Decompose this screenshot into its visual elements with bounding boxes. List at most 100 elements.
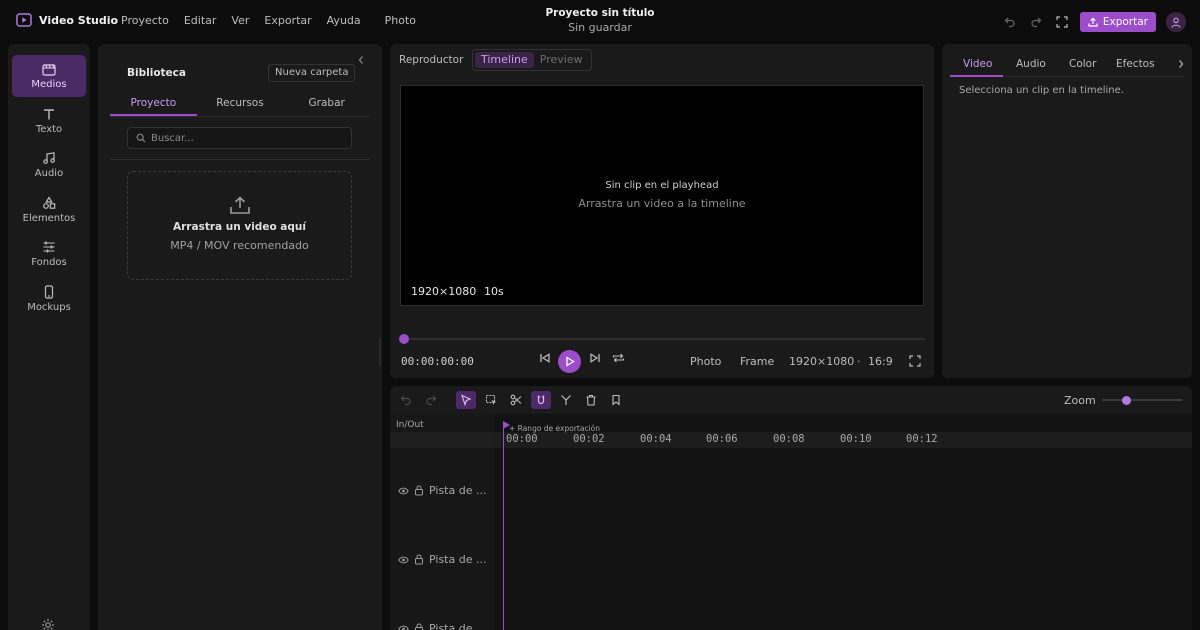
- skip-back-icon[interactable]: [539, 351, 551, 365]
- lock-icon[interactable]: [414, 485, 424, 496]
- frame-button[interactable]: Frame: [740, 355, 774, 368]
- play-button[interactable]: [558, 350, 581, 373]
- lock-icon[interactable]: [414, 554, 424, 565]
- menu-proyecto[interactable]: Proyecto: [121, 14, 169, 27]
- library-title: Biblioteca: [127, 67, 186, 79]
- track-name: Pista de ...: [429, 553, 487, 566]
- avatar[interactable]: [1166, 12, 1186, 32]
- skip-forward-icon[interactable]: [589, 351, 601, 365]
- rail-label: Elementos: [22, 213, 76, 224]
- eye-icon[interactable]: [398, 624, 409, 630]
- menu-ver[interactable]: Ver: [231, 14, 249, 27]
- rail-label: Fondos: [31, 257, 67, 268]
- zoom-slider[interactable]: [1102, 399, 1182, 401]
- track-name: Pista de ...: [429, 484, 487, 497]
- rail-label: Medios: [31, 79, 67, 90]
- canvas-resolution: 1920×1080: [411, 285, 477, 298]
- redo-icon[interactable]: [421, 391, 441, 409]
- project-title: Proyecto sin título: [545, 7, 655, 19]
- ruler-tick: 00:12: [906, 433, 938, 445]
- menu-photo[interactable]: Photo: [385, 14, 416, 27]
- eye-icon[interactable]: [398, 486, 409, 496]
- dropzone-title: Arrastra un video aquí: [173, 221, 306, 233]
- tool-rail: Medios Texto Audio Elementos Fondos Mock…: [8, 44, 90, 630]
- tab-efectos[interactable]: Efectos: [1116, 58, 1155, 70]
- eye-icon[interactable]: [398, 555, 409, 565]
- video-dropzone[interactable]: Arrastra un video aquí MP4 / MOV recomen…: [127, 171, 352, 280]
- time-ruler[interactable]: 00:00 00:02 00:04 00:06 00:08 00:10 00:1…: [494, 432, 1192, 448]
- split-icon[interactable]: [556, 391, 576, 409]
- tab-video[interactable]: Video: [963, 58, 992, 70]
- timeline-toolbar: Zoom: [390, 386, 1192, 414]
- upload-icon: [229, 195, 251, 215]
- scissors-icon[interactable]: [506, 391, 526, 409]
- tab-color[interactable]: Color: [1069, 58, 1096, 70]
- panel-resizer[interactable]: [379, 338, 381, 366]
- photo-button[interactable]: Photo: [690, 355, 721, 368]
- redo-icon[interactable]: [1028, 14, 1044, 30]
- brand[interactable]: Video Studio: [16, 13, 118, 27]
- menu-ayuda[interactable]: Ayuda: [327, 14, 361, 27]
- dropzone-hint: MP4 / MOV recomendado: [170, 239, 309, 252]
- fullscreen-icon[interactable]: [909, 355, 921, 367]
- export-range-label[interactable]: + Rango de exportación: [509, 424, 600, 433]
- trash-icon[interactable]: [581, 391, 601, 409]
- marquee-select-icon[interactable]: [481, 391, 501, 409]
- menu-exportar[interactable]: Exportar: [264, 14, 311, 27]
- export-button[interactable]: Exportar: [1079, 12, 1156, 32]
- chevron-right-icon[interactable]: [1176, 58, 1186, 70]
- ruler-tick: 00:10: [840, 433, 872, 445]
- media-icon: [42, 62, 56, 76]
- chevron-left-icon[interactable]: [356, 54, 366, 66]
- rail-item-fondos[interactable]: Fondos: [12, 233, 86, 275]
- magnet-snap-icon[interactable]: [531, 391, 551, 409]
- ruler-tick: 00:04: [640, 433, 672, 445]
- undo-icon[interactable]: [1002, 14, 1018, 30]
- rail-item-texto[interactable]: Texto: [12, 100, 86, 142]
- select-tool-icon[interactable]: [456, 391, 476, 409]
- mode-preview[interactable]: Preview: [534, 52, 589, 68]
- timecode: 00:00:00:00: [401, 355, 474, 368]
- track-header-1[interactable]: Pista de ...: [398, 484, 486, 497]
- rail-item-elementos[interactable]: Elementos: [12, 189, 86, 231]
- library-tabs: Proyecto Recursos Grabar: [110, 94, 370, 117]
- search-input[interactable]: [151, 132, 331, 144]
- menu-editar[interactable]: Editar: [184, 14, 217, 27]
- lock-icon[interactable]: [414, 623, 424, 630]
- rail-item-medios[interactable]: Medios: [12, 55, 86, 97]
- tab-audio[interactable]: Audio: [1016, 58, 1046, 70]
- loop-icon[interactable]: [612, 351, 625, 365]
- scrub-handle[interactable]: [399, 334, 409, 344]
- export-label: Exportar: [1102, 16, 1148, 28]
- search-box: [127, 127, 352, 149]
- playhead[interactable]: [503, 422, 504, 630]
- tab-grabar[interactable]: Grabar: [283, 94, 370, 116]
- rail-item-mockups[interactable]: Mockups: [12, 278, 86, 320]
- player-panel: Reproductor Timeline Preview Sin clip en…: [390, 44, 934, 378]
- gear-icon[interactable]: [41, 618, 55, 630]
- app-name: Video Studio: [39, 13, 119, 27]
- aspect-ratio[interactable]: 16:9: [868, 355, 893, 368]
- app-logo-icon: [16, 13, 32, 27]
- mode-timeline[interactable]: Timeline: [475, 52, 534, 68]
- timeline-panel: Zoom In/Out 00:00 00:02 00:04 00:06 00:0…: [390, 386, 1192, 630]
- rail-item-audio[interactable]: Audio: [12, 144, 86, 186]
- track-header-3[interactable]: Pista de ...: [398, 622, 486, 630]
- view-mode-toggle: Timeline Preview: [472, 49, 592, 71]
- new-folder-button[interactable]: Nueva carpeta: [268, 64, 356, 82]
- shapes-icon: [42, 196, 56, 210]
- library-panel: Biblioteca Nueva carpeta Proyecto Recurs…: [98, 44, 382, 630]
- properties-panel: Video Audio Color Efectos Selecciona un …: [942, 44, 1192, 378]
- output-resolution[interactable]: 1920×1080: [789, 355, 854, 368]
- scrub-bar[interactable]: [400, 338, 925, 340]
- zoom-label: Zoom: [1064, 394, 1096, 407]
- music-note-icon: [42, 151, 56, 165]
- track-header-2[interactable]: Pista de ...: [398, 553, 486, 566]
- fullscreen-icon[interactable]: [1054, 14, 1070, 30]
- bookmark-icon[interactable]: [606, 391, 626, 409]
- tab-recursos[interactable]: Recursos: [197, 94, 284, 116]
- preview-canvas[interactable]: Sin clip en el playhead Arrastra un vide…: [400, 85, 924, 306]
- undo-icon[interactable]: [396, 391, 416, 409]
- zoom-slider-handle[interactable]: [1121, 396, 1131, 405]
- tab-proyecto[interactable]: Proyecto: [110, 94, 197, 116]
